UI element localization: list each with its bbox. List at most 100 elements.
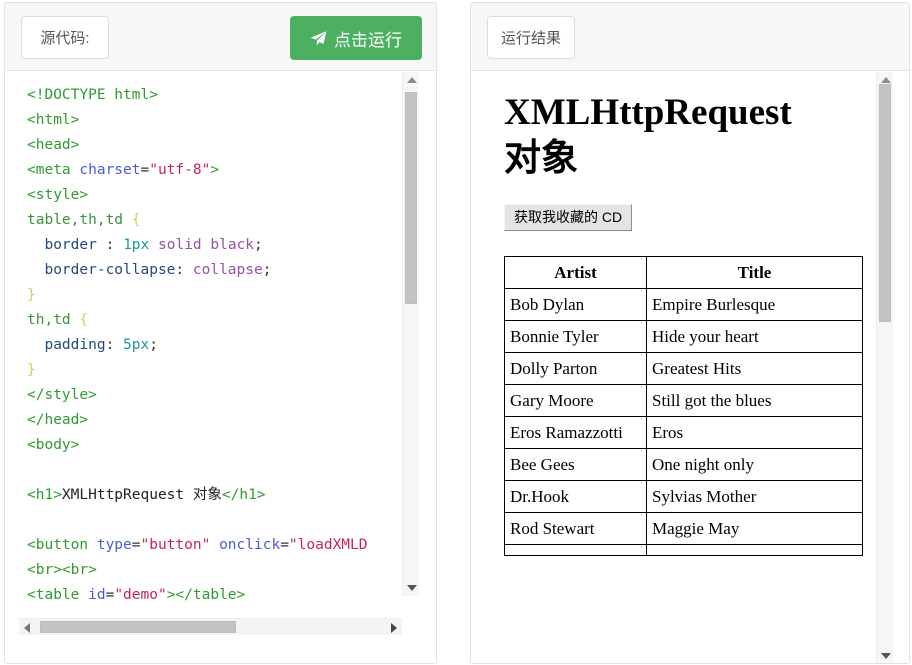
code-token: "loadXMLD	[288, 537, 368, 553]
table-row: Bee Gees One night only	[504, 447, 863, 481]
cell-artist: Dr.Hook	[504, 479, 647, 513]
source-code-toolbar: 源代码: 点击运行	[5, 3, 436, 71]
result-content: XMLHttpRequest 对象 获取我收藏的 CD Artist Title…	[471, 72, 874, 556]
column-header-title: Title	[646, 255, 863, 289]
code-token: black	[210, 237, 255, 253]
cell-title: Greatest Hits	[646, 351, 863, 385]
code-editor[interactable]: <!DOCTYPE html> <html> <head> <meta char…	[5, 72, 436, 663]
code-token: =	[140, 162, 150, 178]
code-token: "button"	[140, 537, 211, 553]
cell-title: Maggie May	[646, 511, 863, 545]
code-token: <body>	[27, 437, 80, 453]
cd-table: Artist Title Bob Dylan Empire Burlesque Bo…	[504, 255, 863, 556]
code-token: {	[131, 212, 141, 228]
code-token: <button	[27, 537, 97, 553]
code-token: :	[96, 237, 124, 253]
table-row: Dr.Hook Sylvias Mother	[504, 479, 863, 513]
source-code-panel: 源代码: 点击运行 <!DOCTYPE html> <html> <head> …	[4, 2, 437, 664]
code-token: padding	[44, 337, 106, 353]
result-toolbar: 运行结果	[471, 3, 909, 71]
cell-title: Eros	[646, 415, 863, 449]
code-token: <h1>	[27, 487, 62, 503]
run-button-label: 点击运行	[334, 30, 402, 50]
code-token: ></table>	[166, 587, 246, 603]
code-token: =	[105, 587, 115, 603]
result-vertical-scroll-thumb[interactable]	[879, 84, 891, 322]
cell-title: One night only	[646, 447, 863, 481]
code-token: {	[79, 312, 89, 328]
table-row: Eros Ramazzotti Eros	[504, 415, 863, 449]
code-token: XMLHttpRequest 对象	[61, 487, 222, 503]
code-token: ;	[262, 262, 272, 278]
code-token: charset	[79, 162, 141, 178]
editor-horizontal-scrollbar[interactable]	[19, 618, 402, 635]
code-token: <meta	[27, 162, 80, 178]
editor-vertical-scroll-thumb[interactable]	[405, 92, 417, 304]
code-text: <!DOCTYPE html> <html> <head> <meta char…	[27, 83, 368, 608]
result-document: XMLHttpRequest 对象 获取我收藏的 CD Artist Title…	[471, 72, 874, 663]
result-frame: XMLHttpRequest 对象 获取我收藏的 CD Artist Title…	[471, 72, 909, 663]
code-token: "demo"	[114, 587, 167, 603]
code-token: collapse	[192, 262, 263, 278]
code-token: ;	[254, 237, 263, 253]
editor-vertical-scrollbar[interactable]	[402, 72, 419, 596]
tab-source-code[interactable]: 源代码:	[21, 16, 109, 59]
code-playground-page: 源代码: 点击运行 <!DOCTYPE html> <html> <head> …	[0, 0, 912, 665]
scroll-right-arrow-icon[interactable]	[391, 623, 397, 633]
code-token: <style>	[27, 187, 89, 203]
code-token: <table	[27, 587, 89, 603]
code-token: 1px	[123, 237, 150, 253]
code-token: <br><br>	[27, 562, 97, 578]
code-token: "utf-8"	[149, 162, 211, 178]
code-token: <!DOCTYPE html>	[27, 87, 158, 103]
code-token: </style>	[27, 387, 97, 403]
result-panel: 运行结果 XMLHttpRequest 对象 获取我收藏的 CD Artist …	[470, 2, 910, 664]
code-viewport[interactable]: <!DOCTYPE html> <html> <head> <meta char…	[5, 72, 402, 617]
code-token: =	[131, 537, 141, 553]
table-row: Rod Stewart Maggie May	[504, 511, 863, 545]
column-header-artist: Artist	[504, 255, 647, 289]
code-token: type	[96, 537, 132, 553]
code-token: border	[44, 237, 97, 253]
scroll-down-arrow-icon[interactable]	[407, 585, 417, 591]
editor-horizontal-scroll-thumb[interactable]	[40, 621, 236, 633]
table-row: Gary Moore Still got the blues	[504, 383, 863, 417]
scroll-down-arrow-icon[interactable]	[881, 653, 891, 659]
table-row: Bonnie Tyler Hide your heart	[504, 319, 863, 353]
result-vertical-scrollbar[interactable]	[876, 72, 893, 663]
code-token: }	[27, 362, 36, 378]
code-token: >	[210, 162, 220, 178]
cell-artist: Eros Ramazzotti	[504, 415, 647, 449]
cell-title: Still got the blues	[646, 383, 863, 417]
table-row	[504, 543, 863, 556]
cell-artist: Dolly Parton	[504, 351, 647, 385]
scroll-left-arrow-icon[interactable]	[24, 623, 30, 633]
paper-plane-icon	[310, 30, 327, 47]
run-button[interactable]: 点击运行	[290, 16, 422, 60]
cell-title: Hide your heart	[646, 319, 863, 353]
code-token: :	[175, 262, 193, 278]
cell-title: Sylvias Mother	[646, 479, 863, 513]
code-token: }	[27, 287, 36, 303]
cell-title: Empire Burlesque	[646, 287, 863, 321]
scroll-up-arrow-icon[interactable]	[407, 77, 417, 83]
code-token: border-collapse	[44, 262, 176, 278]
tab-result[interactable]: 运行结果	[487, 16, 575, 59]
table-row: Dolly Parton Greatest Hits	[504, 351, 863, 385]
code-token: onclick	[219, 537, 281, 553]
code-token: id	[88, 587, 106, 603]
cd-table-body: Bob Dylan Empire Burlesque Bonnie Tyler Hid…	[504, 287, 863, 556]
scroll-up-arrow-icon[interactable]	[881, 77, 891, 83]
get-cd-collection-button[interactable]: 获取我收藏的 CD	[504, 204, 633, 231]
code-token: </head>	[27, 412, 89, 428]
code-token: <html>	[27, 112, 80, 128]
table-header-row: Artist Title	[504, 255, 863, 289]
cell-artist: Bonnie Tyler	[504, 319, 647, 353]
code-token: table,th,td	[27, 212, 124, 228]
